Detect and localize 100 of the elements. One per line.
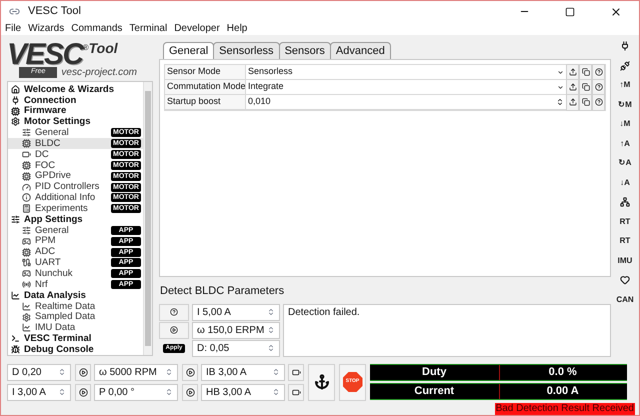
unplug-icon: [620, 60, 630, 71]
play-icon: [186, 388, 194, 396]
play-icon: [78, 388, 88, 396]
toolbar-button[interactable]: RT: [614, 232, 636, 250]
app-icon: [9, 6, 20, 17]
anchor-icon: [314, 374, 330, 390]
spin-field[interactable]: D: 0,05: [192, 340, 280, 356]
gauge: Duty 0.0 %: [370, 364, 627, 381]
battery-icon: [292, 388, 300, 396]
spinner-icon: [165, 368, 173, 376]
parameter-label: Commutation Mode: [166, 80, 245, 94]
tree-item[interactable]: Realtime Data: [8, 300, 143, 312]
anchor-button[interactable]: [308, 364, 335, 400]
upload-icon: [568, 68, 576, 76]
spin-field[interactable]: I 5,00 A: [192, 304, 280, 320]
info-icon: [22, 193, 31, 202]
copy-button[interactable]: [579, 94, 592, 110]
copy-icon: [582, 68, 590, 76]
play-button[interactable]: [75, 364, 91, 380]
cable-icon: [22, 258, 31, 268]
help-icon: [594, 68, 602, 76]
spin-field[interactable]: HB 3,00 A: [201, 384, 285, 400]
sliders-icon: [11, 215, 20, 224]
tree-category[interactable]: Data Analysis: [24, 290, 86, 300]
help-button[interactable]: [159, 304, 189, 320]
play-button[interactable]: [75, 384, 91, 400]
radio-icon: [22, 280, 31, 290]
tree-category[interactable]: Welcome & Wizards: [24, 84, 114, 94]
toolbar-button[interactable]: ↑M: [614, 76, 636, 94]
combo-box[interactable]: Sensorless: [245, 65, 566, 79]
chart-icon: [22, 323, 31, 332]
toggle-button[interactable]: [288, 364, 304, 380]
toggle-button[interactable]: [288, 384, 304, 400]
menu-item[interactable]: Commands: [71, 24, 122, 34]
tab[interactable]: Sensorless: [213, 42, 280, 59]
toolbar-button[interactable]: ↓A: [614, 174, 636, 192]
help-icon: [170, 308, 178, 316]
chip-icon: [22, 160, 31, 170]
upload-button[interactable]: [566, 64, 579, 80]
toolbar-button[interactable]: ↻M: [614, 96, 636, 114]
spinner-icon: [58, 388, 66, 396]
calculator-icon: [22, 204, 31, 214]
spin-field[interactable]: IB 3,00 A: [201, 364, 285, 380]
tab[interactable]: Advanced: [330, 42, 391, 59]
maximize-icon: [565, 6, 575, 16]
spinner-icon: [272, 368, 280, 376]
tree-category[interactable]: VESC Terminal: [24, 334, 92, 344]
tree-category[interactable]: Firmware: [24, 106, 66, 116]
tab[interactable]: Sensors: [278, 42, 331, 59]
tab[interactable]: General: [163, 42, 214, 59]
tree-item[interactable]: Sampled Data: [8, 312, 143, 323]
toolbar-button[interactable]: ↻A: [614, 154, 636, 172]
play-icon: [170, 326, 178, 334]
chart-icon: [11, 290, 20, 300]
toolbar-button[interactable]: RT: [614, 212, 636, 231]
help-icon: [594, 98, 602, 106]
play-button[interactable]: [182, 384, 198, 400]
tree-category[interactable]: App Settings: [24, 214, 83, 224]
toolbar-button[interactable]: ↑A: [614, 134, 636, 153]
toolbar-button[interactable]: IMU: [614, 252, 636, 270]
parameter-label: Sensor Mode: [166, 65, 222, 78]
help-button[interactable]: [592, 94, 605, 110]
upload-button[interactable]: [566, 94, 579, 110]
chip-icon: [11, 106, 20, 116]
menu-item[interactable]: Wizards: [28, 24, 64, 34]
play-button[interactable]: [182, 364, 198, 380]
tree-category[interactable]: Motor Settings: [24, 117, 90, 127]
group-title: Detect BLDC Parameters: [160, 284, 286, 299]
spin-field[interactable]: 0,010: [245, 95, 566, 109]
scrollbar[interactable]: [143, 82, 152, 355]
toolbar-button[interactable]: ↓M: [614, 115, 636, 134]
play-icon: [78, 368, 88, 376]
play-button[interactable]: [159, 322, 189, 338]
spin-field[interactable]: D 0,20: [7, 364, 71, 380]
spin-field[interactable]: ω 150,0 ERPM: [192, 322, 280, 338]
toolbar-button[interactable]: CAN: [614, 290, 636, 309]
dropdown-icon: [557, 84, 564, 90]
spinner-icon: [165, 388, 173, 396]
menu-item[interactable]: Developer: [174, 24, 220, 34]
network-icon: [620, 197, 630, 208]
spin-field[interactable]: P 0,00 °: [94, 384, 178, 400]
sliders-icon: [22, 226, 31, 235]
menu-item[interactable]: File: [5, 24, 22, 34]
spinner-icon: [272, 388, 280, 396]
gamepad-icon: [22, 236, 31, 246]
heart-icon: [620, 275, 630, 286]
spin-field[interactable]: ω 5000 RPM: [94, 364, 178, 380]
combo-box[interactable]: Integrate: [245, 80, 566, 94]
copy-icon: [582, 83, 590, 91]
gear-icon: [22, 312, 31, 322]
dropdown-icon: [557, 68, 564, 76]
tree-item[interactable]: IMU Data: [8, 322, 143, 334]
help-button[interactable]: [592, 64, 605, 80]
tree-category[interactable]: Debug Console: [24, 344, 94, 354]
menu-item[interactable]: Terminal: [129, 24, 168, 34]
status-message: Bad Detection Result Received: [494, 403, 635, 415]
menu-item[interactable]: Help: [226, 24, 248, 34]
tree-category[interactable]: Connection: [24, 96, 76, 106]
copy-button[interactable]: [579, 64, 592, 80]
spin-field[interactable]: I 3,00 A: [7, 384, 71, 400]
